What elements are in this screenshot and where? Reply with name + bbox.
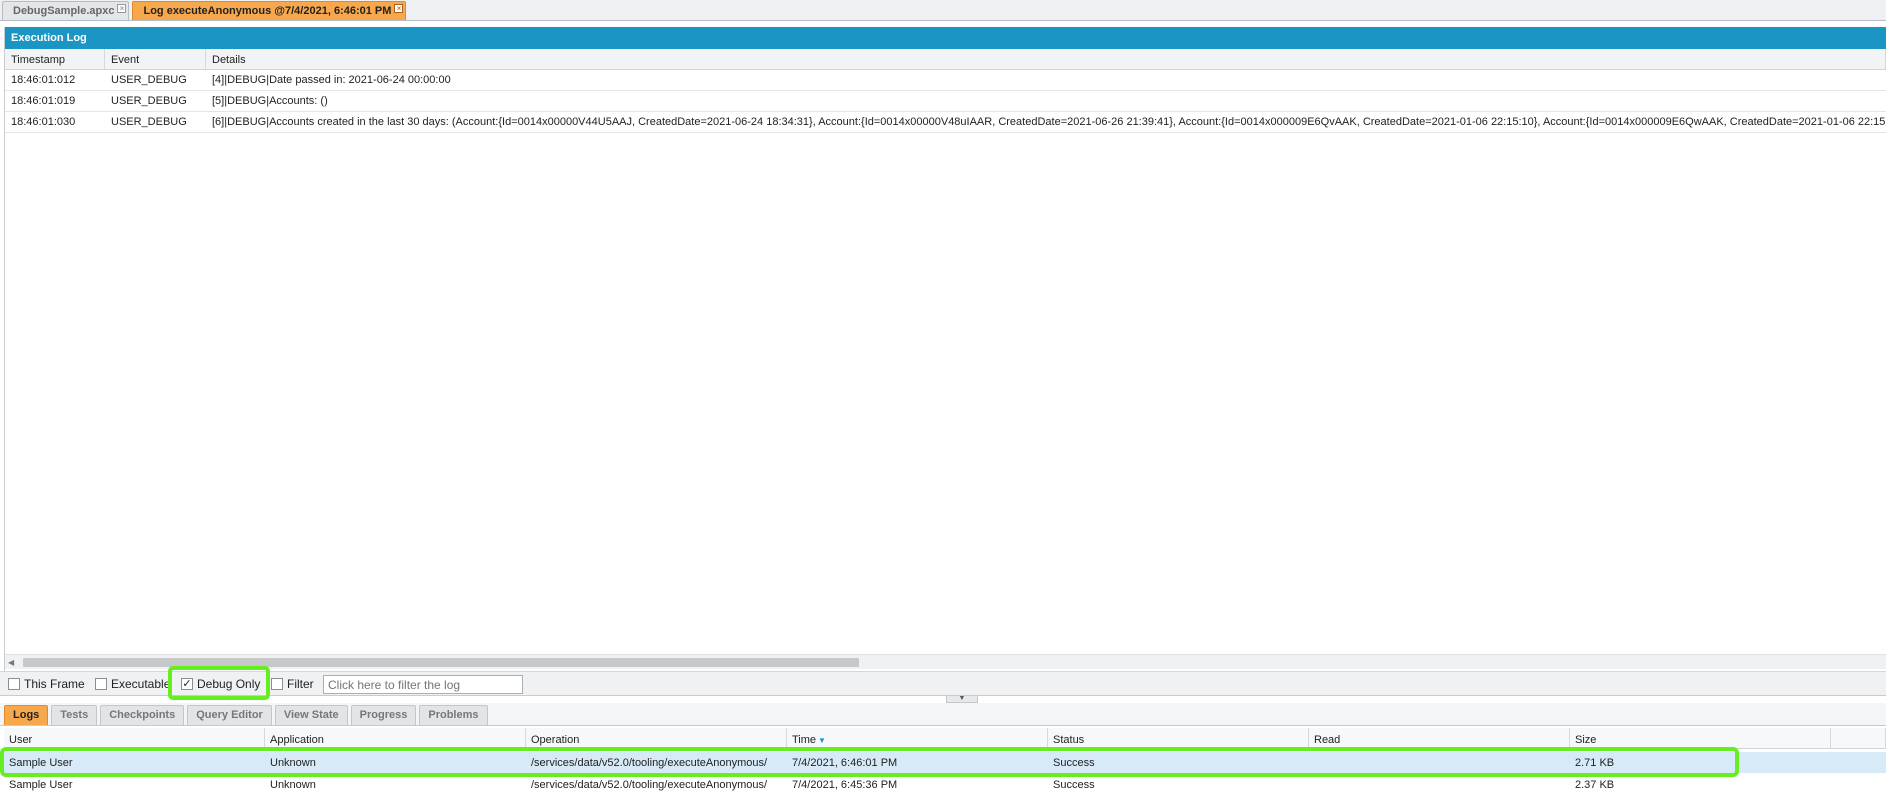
column-application[interactable]: Application bbox=[265, 728, 526, 748]
checkbox-box-checked[interactable]: ✓ bbox=[181, 678, 193, 690]
filter-checkbox[interactable]: Filter bbox=[271, 677, 314, 691]
log-row[interactable]: 18:46:01:012 USER_DEBUG [4]|DEBUG|Date p… bbox=[5, 70, 1886, 91]
log-filter-bar: This Frame Executable ✓ Debug Only Filte… bbox=[0, 671, 1886, 696]
column-operation[interactable]: Operation bbox=[526, 728, 787, 748]
execution-log-panel: Execution Log Timestamp Event Details 18… bbox=[4, 27, 1886, 695]
log-details: [5]|DEBUG|Accounts: () bbox=[212, 95, 328, 107]
checkbox-label: Filter bbox=[287, 677, 314, 691]
tab-tests[interactable]: Tests bbox=[51, 705, 98, 725]
column-spacer bbox=[1831, 728, 1886, 748]
panel-splitter-handle[interactable]: ▼ bbox=[946, 695, 978, 703]
log-details: [4]|DEBUG|Date passed in: 2021-06-24 00:… bbox=[212, 74, 451, 86]
column-status[interactable]: Status bbox=[1048, 728, 1309, 748]
cell-status: Success bbox=[1053, 779, 1095, 791]
close-icon[interactable]: × bbox=[394, 4, 404, 13]
column-read[interactable]: Read bbox=[1309, 728, 1570, 748]
executable-checkbox[interactable]: Executable bbox=[95, 677, 170, 691]
tab-view-state[interactable]: View State bbox=[274, 705, 348, 725]
log-event: USER_DEBUG bbox=[111, 95, 187, 107]
tab-label: Log executeAnonymous @7/4/2021, 6:46:01 … bbox=[143, 5, 392, 17]
tab-query-editor[interactable]: Query Editor bbox=[187, 705, 272, 725]
execution-log-column-header: Timestamp Event Details bbox=[5, 49, 1886, 70]
cell-application: Unknown bbox=[270, 779, 316, 791]
filter-log-input[interactable] bbox=[323, 675, 523, 694]
column-label: Time bbox=[792, 734, 817, 746]
cell-user: Sample User bbox=[9, 757, 73, 769]
bottom-panel-tabs: Logs Tests Checkpoints Query Editor View… bbox=[0, 703, 1886, 726]
debug-only-checkbox[interactable]: ✓ Debug Only bbox=[181, 677, 260, 691]
cell-size: 2.71 KB bbox=[1575, 757, 1615, 769]
log-event: USER_DEBUG bbox=[111, 74, 187, 86]
column-timestamp[interactable]: Timestamp bbox=[5, 49, 105, 69]
checkbox-label: This Frame bbox=[24, 677, 85, 691]
cell-application: Unknown bbox=[270, 757, 316, 769]
checkbox-label: Executable bbox=[111, 677, 171, 691]
scrollbar-thumb[interactable] bbox=[23, 658, 859, 667]
execution-log-title: Execution Log bbox=[5, 27, 1886, 49]
column-details[interactable]: Details bbox=[206, 49, 1886, 69]
column-size[interactable]: Size bbox=[1570, 728, 1831, 748]
tab-checkpoints[interactable]: Checkpoints bbox=[100, 705, 185, 725]
log-timestamp: 18:46:01:030 bbox=[11, 116, 76, 128]
sort-descending-icon: ▼ bbox=[818, 736, 826, 745]
tab-logs[interactable]: Logs bbox=[4, 705, 49, 725]
cell-read bbox=[1309, 774, 1570, 795]
tab-debugsample[interactable]: DebugSample.apxc × bbox=[2, 1, 130, 20]
cell-operation: /services/data/v52.0/tooling/executeAnon… bbox=[531, 779, 768, 791]
checkbox-label: Debug Only bbox=[197, 677, 261, 691]
column-user[interactable]: User bbox=[4, 728, 265, 748]
checkbox-box[interactable] bbox=[8, 678, 20, 690]
this-frame-checkbox[interactable]: This Frame bbox=[8, 677, 85, 691]
horizontal-scrollbar[interactable]: ◀ bbox=[5, 654, 1886, 669]
cell-time: 7/4/2021, 6:46:01 PM bbox=[792, 757, 898, 769]
cell-operation: /services/data/v52.0/tooling/executeAnon… bbox=[531, 757, 768, 769]
scroll-left-icon[interactable]: ◀ bbox=[8, 658, 14, 667]
log-event: USER_DEBUG bbox=[111, 116, 187, 128]
log-row[interactable]: 18:46:01:019 USER_DEBUG [5]|DEBUG|Accoun… bbox=[5, 91, 1886, 112]
log-timestamp: 18:46:01:019 bbox=[11, 95, 76, 107]
log-row[interactable]: 18:46:01:030 USER_DEBUG [6]|DEBUG|Accoun… bbox=[5, 112, 1886, 133]
logs-table-row-selected[interactable]: Sample User Unknown /services/data/v52.0… bbox=[4, 752, 1886, 773]
cell-read bbox=[1309, 752, 1570, 773]
close-icon[interactable]: × bbox=[117, 4, 127, 13]
checkbox-box[interactable] bbox=[95, 678, 107, 690]
log-details: [6]|DEBUG|Accounts created in the last 3… bbox=[212, 116, 1886, 128]
logs-table-row[interactable]: Sample User Unknown /services/data/v52.0… bbox=[4, 774, 1886, 795]
cell-size: 2.37 KB bbox=[1575, 779, 1615, 791]
tab-progress[interactable]: Progress bbox=[350, 705, 417, 725]
cell-user: Sample User bbox=[9, 779, 73, 791]
logs-table-header: User Application Operation Time ▼ Status … bbox=[4, 728, 1886, 749]
cell-time: 7/4/2021, 6:45:36 PM bbox=[792, 779, 898, 791]
cell-status: Success bbox=[1053, 757, 1095, 769]
tab-problems[interactable]: Problems bbox=[419, 705, 488, 725]
tab-label: DebugSample.apxc bbox=[13, 5, 115, 17]
column-event[interactable]: Event bbox=[105, 49, 206, 69]
editor-tab-strip: DebugSample.apxc × Log executeAnonymous … bbox=[0, 0, 1886, 21]
checkbox-box[interactable] bbox=[271, 678, 283, 690]
log-timestamp: 18:46:01:012 bbox=[11, 74, 76, 86]
tab-log-execute-anonymous[interactable]: Log executeAnonymous @7/4/2021, 6:46:01 … bbox=[132, 1, 407, 20]
column-time[interactable]: Time ▼ bbox=[787, 728, 1048, 748]
